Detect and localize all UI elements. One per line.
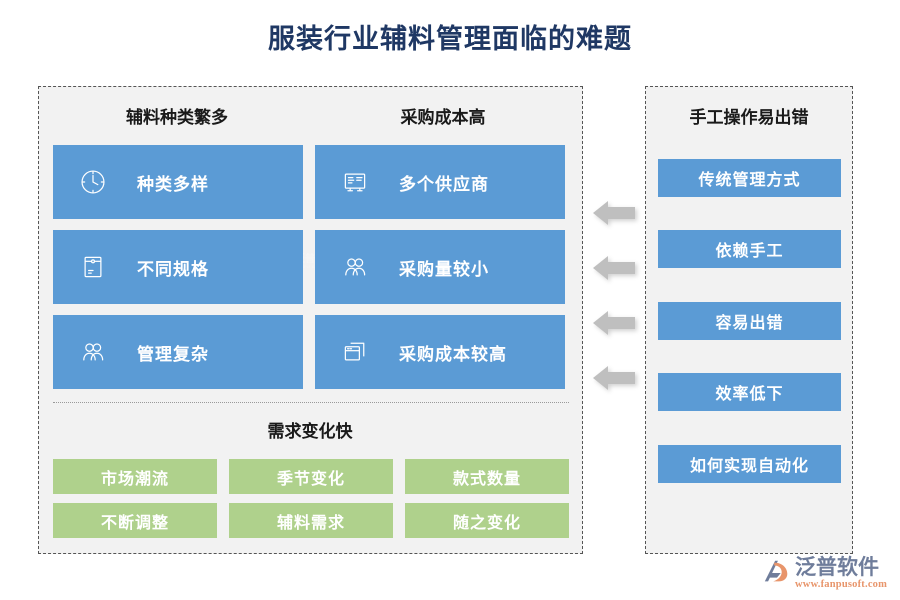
page-title: 服装行业辅料管理面临的难题	[268, 24, 632, 54]
users-icon	[75, 334, 111, 370]
users-icon	[337, 249, 373, 285]
challenge-card[interactable]: 多个供应商	[315, 145, 565, 219]
brand-url: www.fanpusoft.com	[795, 579, 888, 590]
manual-issue-item[interactable]: 传统管理方式	[658, 159, 841, 197]
challenge-card-label: 不同规格	[137, 259, 209, 279]
demand-tag[interactable]: 市场潮流	[53, 459, 217, 494]
challenges-panel: 辅料种类繁多 采购成本高 种类多样 泛普软件 FANPU SOFTWARE	[38, 86, 583, 554]
section-heading-demand: 需求变化快	[267, 422, 353, 441]
demand-tag[interactable]: 款式数量	[405, 459, 569, 494]
challenge-card[interactable]: 不同规格	[53, 230, 303, 304]
windows-stack-icon	[337, 334, 373, 370]
manual-errors-panel: 手工操作易出错 传统管理方式 依赖手工 容易出错 效率低下 如何实现自动化	[645, 86, 853, 554]
section-divider	[53, 402, 569, 403]
column-heading-cost: 采购成本高	[400, 108, 486, 127]
arrow-left-icon	[592, 363, 636, 393]
manual-issue-item[interactable]: 依赖手工	[658, 230, 841, 268]
demand-tag[interactable]: 季节变化	[229, 459, 393, 494]
demand-tag[interactable]: 辅料需求	[229, 503, 393, 538]
challenge-card-label: 种类多样	[137, 174, 209, 194]
fanpu-logo-icon	[762, 557, 792, 587]
demand-tag[interactable]: 不断调整	[53, 503, 217, 538]
challenge-card-label: 采购量较小	[399, 259, 489, 279]
brand-name: 泛普软件	[795, 556, 879, 579]
clock-icon	[75, 164, 111, 200]
brand-logo: 泛普软件 www.fanpusoft.com	[762, 556, 894, 596]
envelope-icon	[75, 249, 111, 285]
section-heading-manual: 手工操作易出错	[689, 108, 809, 127]
manual-issue-item[interactable]: 效率低下	[658, 373, 841, 411]
challenge-card-label: 多个供应商	[399, 174, 489, 194]
arrow-left-icon	[592, 253, 636, 283]
certificate-icon	[337, 164, 373, 200]
challenge-card[interactable]: 采购量较小	[315, 230, 565, 304]
manual-issue-item[interactable]: 容易出错	[658, 302, 841, 340]
challenge-card[interactable]: 采购成本较高	[315, 315, 565, 389]
demand-tag[interactable]: 随之变化	[405, 503, 569, 538]
challenge-card[interactable]: 种类多样 泛普软件 FANPU SOFTWARE	[53, 145, 337, 271]
challenge-card-label: 管理复杂	[137, 344, 209, 364]
challenge-card-label: 采购成本较高	[399, 344, 507, 364]
arrow-left-icon	[592, 198, 636, 228]
challenge-card[interactable]: 管理复杂	[53, 315, 303, 389]
manual-issue-item[interactable]: 如何实现自动化	[658, 445, 841, 483]
column-heading-variety: 辅料种类繁多	[126, 108, 228, 127]
arrow-left-icon	[592, 308, 636, 338]
